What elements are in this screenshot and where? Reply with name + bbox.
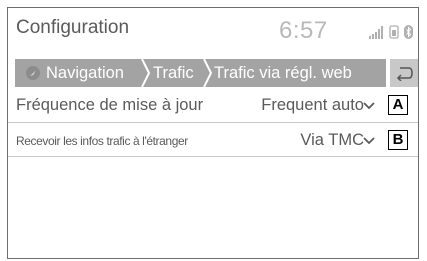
- chevron-down-icon: [363, 137, 375, 145]
- setting-row-update-frequency[interactable]: Fréquence de mise à jour Frequent auto A: [8, 89, 418, 123]
- setting-label: Recevoir les infos trafic à l'étranger: [16, 134, 188, 148]
- setting-value: Frequent auto: [261, 96, 364, 114]
- breadcrumb-item-navigation[interactable]: Navigation: [46, 59, 124, 87]
- breadcrumb-item-trafic-web: Trafic via régl. web: [214, 64, 352, 82]
- back-arrow-icon: [396, 67, 413, 81]
- status-icons: [369, 25, 413, 39]
- signal-bars-icon: [369, 26, 383, 39]
- breadcrumb-bar: Navigation Trafic Trafic via régl. web: [15, 59, 386, 87]
- phone-battery-icon: [389, 25, 399, 39]
- settings-screen: Configuration 6:57 Navigation Trafic Tra…: [7, 7, 419, 259]
- breadcrumb-separator-icon: [141, 59, 151, 87]
- back-button[interactable]: [390, 59, 418, 87]
- setting-label: Fréquence de mise à jour: [16, 96, 204, 114]
- breadcrumb: Navigation Trafic Trafic via régl. web: [15, 59, 418, 87]
- breadcrumb-item-trafic[interactable]: Trafic: [153, 59, 194, 87]
- clock: 6:57: [279, 17, 328, 44]
- setting-value: Via TMC: [300, 131, 364, 149]
- callout-a: A: [388, 95, 408, 115]
- callout-b: B: [388, 130, 408, 150]
- setting-row-foreign-traffic[interactable]: Recevoir les infos trafic à l'étranger V…: [8, 123, 418, 157]
- bluetooth-icon: [404, 25, 413, 39]
- breadcrumb-separator-icon: [203, 59, 213, 87]
- header-bar: Configuration 6:57: [8, 8, 418, 56]
- chevron-down-icon: [363, 102, 375, 110]
- compass-icon: [26, 66, 40, 80]
- page-title: Configuration: [16, 17, 130, 38]
